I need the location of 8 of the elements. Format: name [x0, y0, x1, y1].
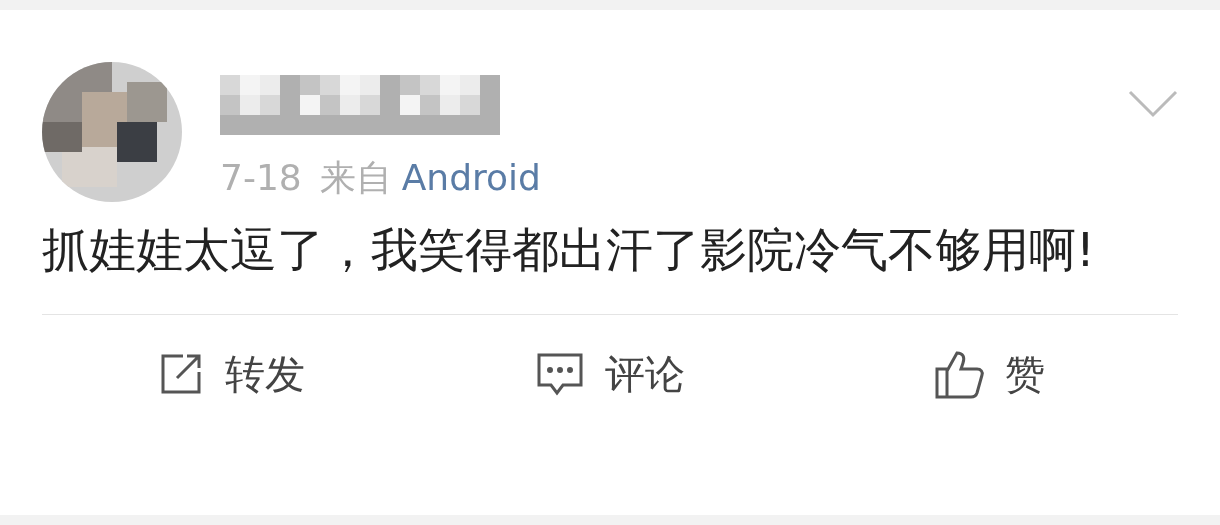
- post-time: 7-18: [220, 160, 302, 196]
- chevron-down-icon[interactable]: [1128, 90, 1178, 118]
- action-button[interactable]: 赞: [932, 343, 1045, 404]
- post-text: 抓娃娃太逗了，我笑得都出汗了影院冷气不够用啊!: [42, 221, 1096, 279]
- source-label: 来自: [319, 160, 392, 196]
- action-button[interactable]: 评论: [535, 343, 685, 404]
- action-button[interactable]: 转发: [157, 343, 306, 404]
- source-link[interactable]: Android: [401, 160, 541, 196]
